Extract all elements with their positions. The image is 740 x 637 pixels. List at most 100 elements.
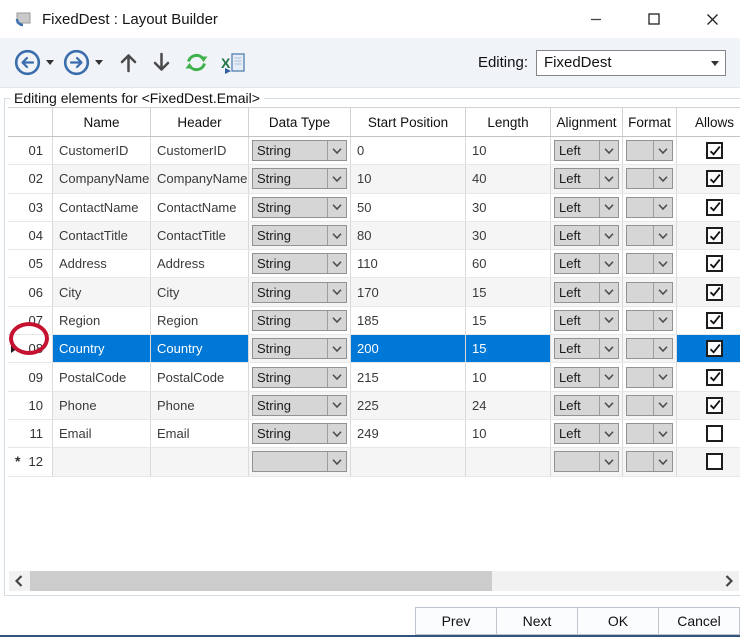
chevron-down-icon[interactable] — [653, 311, 672, 330]
format-combo[interactable] — [626, 225, 673, 246]
chevron-down-icon[interactable] — [599, 141, 618, 160]
move-down-button[interactable] — [151, 48, 172, 78]
row-header-cell[interactable]: 10 — [8, 392, 53, 419]
format-combo[interactable] — [626, 140, 673, 161]
header-cell[interactable]: Address — [151, 250, 249, 277]
column-header-allows[interactable]: Allows — [677, 108, 740, 136]
start-position-cell[interactable]: 0 — [351, 137, 466, 164]
name-cell[interactable]: City — [53, 278, 151, 305]
format-combo[interactable] — [626, 451, 673, 472]
format-combo[interactable] — [626, 310, 673, 331]
chevron-down-icon[interactable] — [599, 283, 618, 302]
horizontal-scrollbar[interactable] — [9, 571, 739, 591]
alignment-combo[interactable]: Left — [554, 367, 619, 388]
scroll-left-button[interactable] — [9, 571, 29, 591]
length-cell[interactable]: 15 — [466, 335, 551, 362]
chevron-down-icon[interactable] — [653, 141, 672, 160]
chevron-down-icon[interactable] — [599, 339, 618, 358]
chevron-down-icon[interactable] — [327, 311, 346, 330]
start-position-cell[interactable]: 225 — [351, 392, 466, 419]
column-header-format[interactable]: Format — [623, 108, 677, 136]
next-button[interactable]: Next — [496, 607, 578, 635]
chevron-down-icon[interactable] — [327, 396, 346, 415]
allows-checkbox[interactable] — [706, 227, 723, 244]
maximize-button[interactable] — [631, 0, 677, 38]
header-cell[interactable]: CustomerID — [151, 137, 249, 164]
allows-checkbox[interactable] — [706, 340, 723, 357]
row-header-cell[interactable]: 02 — [8, 165, 53, 192]
chevron-down-icon[interactable] — [653, 226, 672, 245]
row-header-cell[interactable]: 08 — [8, 335, 53, 362]
name-cell[interactable]: CustomerID — [53, 137, 151, 164]
column-header-name[interactable]: Name — [53, 108, 151, 136]
data-type-combo[interactable]: String — [252, 197, 347, 218]
chevron-down-icon[interactable] — [599, 368, 618, 387]
length-cell[interactable]: 60 — [466, 250, 551, 277]
header-cell[interactable]: Country — [151, 335, 249, 362]
data-type-combo[interactable]: String — [252, 168, 347, 189]
minimize-button[interactable] — [573, 0, 619, 38]
start-position-cell[interactable]: 110 — [351, 250, 466, 277]
length-cell[interactable]: 15 — [466, 307, 551, 334]
row-header-cell[interactable]: 03 — [8, 194, 53, 221]
name-cell[interactable]: Address — [53, 250, 151, 277]
row-header-cell[interactable]: 06 — [8, 278, 53, 305]
chevron-down-icon[interactable] — [653, 424, 672, 443]
chevron-down-icon[interactable] — [599, 396, 618, 415]
chevron-down-icon[interactable] — [327, 283, 346, 302]
column-header-data-type[interactable]: Data Type — [249, 108, 351, 136]
prev-button[interactable]: Prev — [415, 607, 497, 635]
alignment-combo[interactable]: Left — [554, 168, 619, 189]
chevron-down-icon[interactable] — [327, 452, 346, 471]
column-header-start-position[interactable]: Start Position — [351, 108, 466, 136]
chevron-down-icon[interactable] — [327, 424, 346, 443]
close-button[interactable] — [689, 0, 735, 38]
refresh-button[interactable] — [183, 48, 210, 78]
start-position-cell[interactable]: 80 — [351, 222, 466, 249]
column-header-length[interactable]: Length — [466, 108, 551, 136]
start-position-cell[interactable]: 170 — [351, 278, 466, 305]
chevron-down-icon[interactable] — [653, 254, 672, 273]
alignment-combo[interactable]: Left — [554, 423, 619, 444]
start-position-cell[interactable] — [351, 448, 466, 475]
header-cell[interactable]: Phone — [151, 392, 249, 419]
allows-checkbox[interactable] — [706, 170, 723, 187]
format-combo[interactable] — [626, 282, 673, 303]
back-button[interactable] — [14, 48, 41, 78]
length-cell[interactable]: 40 — [466, 165, 551, 192]
chevron-down-icon[interactable] — [653, 396, 672, 415]
row-header-cell[interactable]: *12 — [8, 448, 53, 475]
alignment-combo[interactable]: Left — [554, 225, 619, 246]
header-cell[interactable]: City — [151, 278, 249, 305]
chevron-down-icon[interactable] — [599, 311, 618, 330]
chevron-down-icon[interactable] — [327, 198, 346, 217]
name-cell[interactable]: PostalCode — [53, 363, 151, 390]
chevron-down-icon[interactable] — [327, 226, 346, 245]
column-header-row-number[interactable] — [8, 108, 53, 136]
length-cell[interactable]: 15 — [466, 278, 551, 305]
allows-checkbox[interactable] — [706, 425, 723, 442]
length-cell[interactable]: 30 — [466, 222, 551, 249]
allows-checkbox[interactable] — [706, 312, 723, 329]
allows-checkbox[interactable] — [706, 397, 723, 414]
chevron-down-icon[interactable] — [599, 169, 618, 188]
back-dropdown-icon[interactable] — [46, 60, 54, 65]
name-cell[interactable]: CompanyName — [53, 165, 151, 192]
name-cell[interactable]: Country — [53, 335, 151, 362]
allows-checkbox[interactable] — [706, 369, 723, 386]
chevron-down-icon[interactable] — [327, 254, 346, 273]
forward-dropdown-icon[interactable] — [95, 60, 103, 65]
alignment-combo[interactable]: Left — [554, 282, 619, 303]
name-cell[interactable] — [53, 448, 151, 475]
chevron-down-icon[interactable] — [327, 368, 346, 387]
data-type-combo[interactable]: String — [252, 423, 347, 444]
header-cell[interactable] — [151, 448, 249, 475]
row-header-cell[interactable]: 05 — [8, 250, 53, 277]
alignment-combo[interactable]: Left — [554, 253, 619, 274]
chevron-down-icon[interactable] — [653, 452, 672, 471]
export-excel-button[interactable]: X — [221, 48, 247, 78]
chevron-down-icon[interactable] — [327, 141, 346, 160]
start-position-cell[interactable]: 50 — [351, 194, 466, 221]
data-type-combo[interactable]: String — [252, 225, 347, 246]
column-header-header[interactable]: Header — [151, 108, 249, 136]
